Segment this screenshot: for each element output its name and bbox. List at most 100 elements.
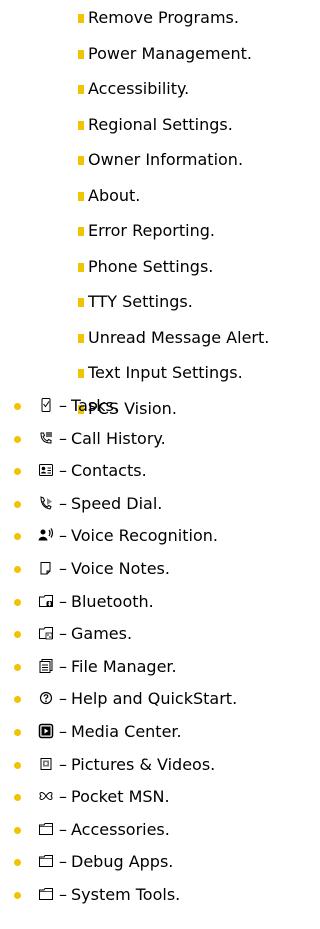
separator-dash: – (59, 721, 67, 741)
list-item-label: Error Reporting. (88, 221, 215, 240)
list-item: – Games. (0, 618, 237, 651)
round-bullet-icon (14, 598, 21, 606)
folder-icon (38, 886, 54, 902)
list-item: Error Reporting. (78, 213, 269, 249)
separator-dash: – (59, 591, 67, 611)
separator-dash: – (59, 852, 67, 872)
separator-dash: – (59, 461, 67, 481)
list-item: Phone Settings. (78, 249, 269, 285)
media-center-icon (38, 723, 54, 739)
list-item-label: Owner Information. (88, 150, 244, 169)
list-item-label: Media Center. (71, 721, 182, 741)
list-item-label: System Tools. (71, 884, 181, 904)
list-item-label: Remove Programs. (88, 8, 239, 27)
square-bullet-icon (78, 191, 84, 201)
separator-dash: – (59, 819, 67, 839)
round-bullet-icon (14, 533, 21, 541)
list-item: TTY Settings. (78, 284, 269, 320)
round-bullet-icon (14, 631, 21, 639)
separator-dash: – (59, 689, 67, 709)
bluetooth-folder-icon (38, 593, 54, 609)
list-item: Unread Message Alert. (78, 320, 270, 356)
list-item: – Media Center. (0, 716, 237, 749)
round-bullet-icon (14, 761, 21, 769)
contacts-icon (38, 462, 54, 478)
square-bullet-icon (78, 49, 84, 59)
round-bullet-icon (14, 565, 21, 573)
separator-dash: – (59, 493, 67, 513)
list-item: Regional Settings. (78, 107, 269, 143)
separator-dash: – (59, 754, 67, 774)
list-item: – Help and QuickStart. (0, 683, 237, 716)
call-history-icon (38, 430, 54, 446)
list-item-label: Debug Apps. (71, 852, 174, 872)
list-item: – Contacts. (0, 455, 237, 488)
square-bullet-icon (78, 120, 84, 130)
list-item: – Pocket MSN. (0, 781, 237, 814)
list-item-label: Regional Settings. (88, 114, 233, 134)
list-item: – Voice Recognition. (0, 520, 237, 553)
voice-recognition-icon (38, 527, 54, 543)
list-item: – Voice Notes. (0, 553, 237, 586)
list-item-label: File Manager. (71, 656, 177, 676)
list-item-label: Pocket MSN. (71, 787, 170, 807)
square-bullet-icon (78, 262, 84, 272)
help-icon (38, 690, 54, 706)
list-item-label: Accessories. (71, 819, 170, 839)
square-bullet-icon (78, 298, 84, 307)
list-item-label: Call History. (71, 428, 166, 448)
settings-sublist: Remove Programs. Power Management. Acces… (78, 0, 270, 426)
round-bullet-icon (14, 500, 21, 508)
list-item-label: Power Management. (88, 43, 252, 63)
pocket-msn-icon (38, 788, 54, 804)
pictures-videos-icon (38, 756, 54, 772)
list-item: – Debug Apps. (0, 846, 237, 879)
list-item-label: Voice Recognition. (71, 526, 218, 546)
round-bullet-icon (14, 468, 21, 476)
games-folder-icon (38, 625, 54, 641)
list-item-label: Tasks. (71, 396, 119, 415)
list-item: Accessibility. (78, 71, 269, 107)
round-bullet-icon (14, 435, 21, 443)
list-item: Power Management. (78, 36, 269, 72)
list-item: – Accessories. (0, 814, 237, 847)
list-item-label: Text Input Settings. (88, 363, 243, 382)
list-item-label: Bluetooth. (71, 591, 154, 611)
voice-notes-icon (38, 560, 54, 576)
round-bullet-icon (14, 891, 21, 899)
tasks-icon (38, 397, 54, 413)
speed-dial-icon (38, 495, 54, 511)
round-bullet-icon (14, 794, 21, 802)
square-bullet-icon (78, 14, 84, 23)
folder-icon (38, 853, 54, 869)
round-bullet-icon (14, 403, 21, 410)
list-item-label: Speed Dial. (71, 493, 163, 513)
separator-dash: – (59, 624, 67, 644)
list-item: – Speed Dial. (0, 488, 237, 521)
list-item: About. (78, 178, 269, 214)
list-item-label: Unread Message Alert. (88, 327, 270, 347)
list-item: – System Tools. (0, 879, 237, 912)
programs-list: – Tasks. – Call History. – Contacts. – Speed… (0, 390, 237, 912)
list-item-label: Pictures & Videos. (71, 754, 216, 774)
square-bullet-icon (78, 85, 84, 94)
document-page: Remove Programs. Power Management. Acces… (0, 0, 311, 929)
separator-dash: – (59, 396, 67, 415)
list-item-label: TTY Settings. (88, 292, 193, 311)
square-bullet-icon (78, 227, 84, 236)
list-item: – Call History. (0, 423, 237, 456)
separator-dash: – (59, 428, 67, 448)
list-item: Remove Programs. (78, 0, 269, 36)
list-item-label: Phone Settings. (88, 256, 214, 276)
list-item-label: About. (88, 185, 141, 205)
list-item-label: Games. (71, 624, 133, 644)
list-item-label: Accessibility. (88, 79, 190, 98)
separator-dash: – (59, 656, 67, 676)
round-bullet-icon (14, 728, 21, 736)
separator-dash: – (59, 787, 67, 807)
list-item: – Pictures & Videos. (0, 749, 237, 782)
separator-dash: – (59, 558, 67, 578)
round-bullet-icon (14, 663, 21, 671)
folder-icon (38, 821, 54, 837)
list-item: Text Input Settings. (78, 355, 269, 391)
